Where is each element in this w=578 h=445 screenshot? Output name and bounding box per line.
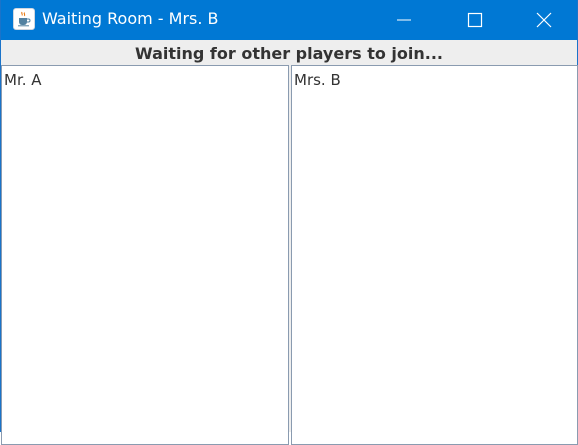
player-panel-right: Mrs. B — [291, 65, 578, 445]
player-name: Mrs. B — [294, 71, 341, 89]
close-button[interactable] — [509, 0, 578, 40]
title-bar[interactable]: Waiting Room - Mrs. B — [1, 0, 577, 40]
minimize-icon — [397, 19, 411, 21]
maximize-icon — [467, 12, 483, 28]
close-icon — [536, 12, 552, 28]
player-panel-left: Mr. A — [1, 65, 289, 445]
waiting-room-window: Waiting Room - Mrs. B Waiting for other … — [0, 0, 578, 445]
maximize-button[interactable] — [440, 0, 510, 40]
window-title: Waiting Room - Mrs. B — [42, 9, 219, 28]
minimize-button[interactable] — [369, 0, 439, 40]
java-cup-icon[interactable] — [13, 8, 35, 30]
waiting-status-label: Waiting for other players to join... — [135, 44, 443, 63]
player-name: Mr. A — [4, 71, 42, 89]
